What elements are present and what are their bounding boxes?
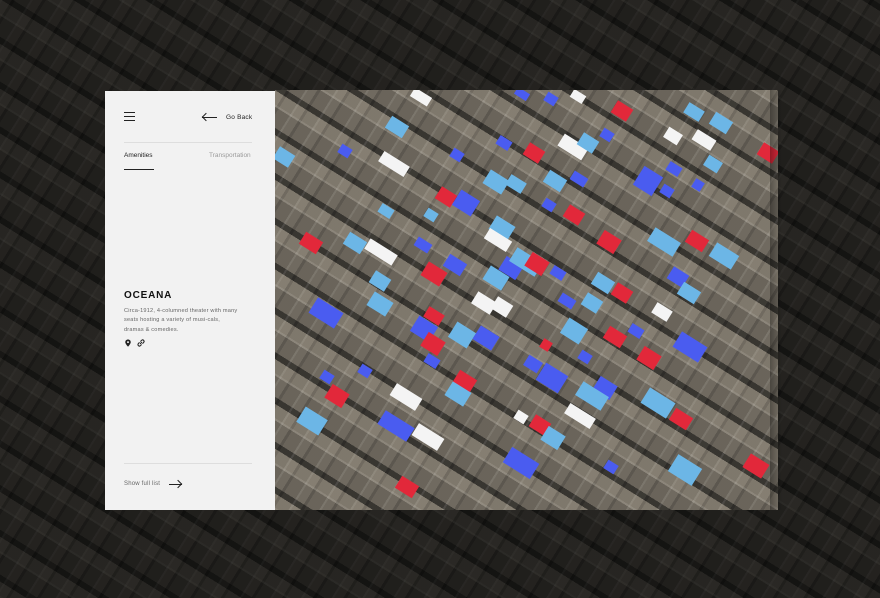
arrow-right-icon (169, 483, 183, 485)
map-marker[interactable] (449, 147, 465, 163)
map-marker[interactable] (564, 402, 596, 430)
map-marker[interactable] (505, 174, 527, 194)
map-marker[interactable] (337, 143, 353, 159)
place-title: OCEANA (124, 290, 173, 301)
map-marker[interactable] (542, 169, 568, 193)
map-marker[interactable] (535, 362, 569, 394)
go-back-button[interactable]: Go Back (202, 111, 252, 123)
arrow-left-icon (202, 116, 217, 118)
map-marker[interactable] (308, 297, 344, 329)
map-marker[interactable] (539, 338, 553, 352)
map-marker[interactable] (647, 227, 681, 257)
map-marker[interactable] (394, 475, 420, 499)
map-marker[interactable] (610, 100, 634, 122)
map-marker[interactable] (378, 150, 410, 178)
map-marker[interactable] (640, 387, 676, 419)
place-description: Circa-1912, 4-columned theater with many… (124, 308, 238, 333)
map-marker[interactable] (742, 453, 770, 479)
map-marker[interactable] (368, 270, 392, 292)
map-marker[interactable] (357, 363, 373, 379)
map-marker[interactable] (502, 446, 540, 480)
footer-divider (124, 463, 252, 464)
map-marker[interactable] (672, 331, 708, 363)
tab-amenities[interactable]: Amenities (124, 152, 153, 159)
active-tab-indicator (124, 169, 154, 170)
map-marker[interactable] (636, 345, 662, 371)
map-marker[interactable] (663, 126, 683, 146)
map-marker[interactable] (659, 183, 675, 199)
map-marker[interactable] (495, 135, 513, 151)
map-marker[interactable] (603, 459, 619, 475)
map-marker[interactable] (665, 161, 683, 177)
map-marker[interactable] (541, 197, 557, 213)
map-marker[interactable] (559, 317, 589, 345)
map-marker[interactable] (557, 292, 577, 310)
hamburger-menu-icon[interactable] (124, 112, 135, 121)
map-marker[interactable] (627, 323, 645, 339)
map-marker[interactable] (667, 454, 703, 486)
map-marker[interactable] (377, 410, 415, 442)
map-marker[interactable] (275, 146, 296, 168)
map-marker[interactable] (423, 207, 439, 223)
map-marker[interactable] (423, 353, 441, 369)
info-panel: Go Back Amenities Transportation OCEANA … (105, 91, 275, 510)
map-marker[interactable] (691, 178, 705, 192)
map-marker[interactable] (324, 383, 350, 409)
map-marker[interactable] (490, 296, 514, 318)
show-full-list-link[interactable]: Show full list (124, 481, 183, 487)
map-marker[interactable] (569, 170, 589, 188)
map-marker[interactable] (651, 302, 673, 322)
map-marker[interactable] (447, 321, 477, 349)
map-marker[interactable] (451, 189, 481, 217)
map-view[interactable] (275, 90, 778, 510)
map-marker[interactable] (319, 369, 335, 385)
link-icon[interactable] (137, 339, 145, 347)
map-marker[interactable] (599, 127, 615, 143)
map-marker[interactable] (577, 349, 593, 365)
map-marker[interactable] (411, 423, 445, 451)
map-marker[interactable] (513, 90, 531, 102)
map-marker[interactable] (298, 231, 324, 255)
map-marker[interactable] (691, 129, 717, 151)
map-edge-shadow (770, 90, 782, 510)
map-marker[interactable] (364, 238, 398, 266)
map-marker[interactable] (377, 203, 395, 219)
map-marker[interactable] (366, 291, 394, 317)
map-marker[interactable] (703, 154, 723, 174)
go-back-label: Go Back (226, 113, 253, 121)
map-marker[interactable] (549, 265, 567, 281)
map-marker[interactable] (522, 142, 546, 164)
map-marker[interactable] (708, 242, 740, 270)
map-marker[interactable] (513, 409, 529, 425)
map-marker[interactable] (610, 282, 634, 304)
map-markers-layer (275, 90, 778, 510)
map-marker[interactable] (684, 229, 710, 253)
map-marker[interactable] (413, 236, 433, 254)
map-marker[interactable] (342, 231, 368, 255)
map-marker[interactable] (472, 325, 500, 351)
map-marker[interactable] (596, 229, 622, 255)
map-marker[interactable] (389, 383, 423, 411)
map-marker[interactable] (580, 292, 604, 314)
place-actions (124, 339, 145, 347)
map-marker[interactable] (409, 90, 433, 107)
map-marker[interactable] (708, 111, 734, 135)
show-full-list-label: Show full list (124, 481, 161, 487)
map-marker[interactable] (668, 407, 694, 431)
map-pin-icon[interactable] (124, 339, 132, 347)
tabs-top-divider (124, 142, 252, 143)
map-marker[interactable] (562, 204, 586, 226)
map-marker[interactable] (543, 91, 559, 107)
map-marker[interactable] (602, 325, 628, 349)
tab-transportation[interactable]: Transportation (209, 152, 251, 159)
map-marker[interactable] (569, 90, 587, 105)
map-marker[interactable] (384, 115, 410, 139)
map-marker[interactable] (683, 102, 705, 122)
map-marker[interactable] (296, 406, 328, 436)
